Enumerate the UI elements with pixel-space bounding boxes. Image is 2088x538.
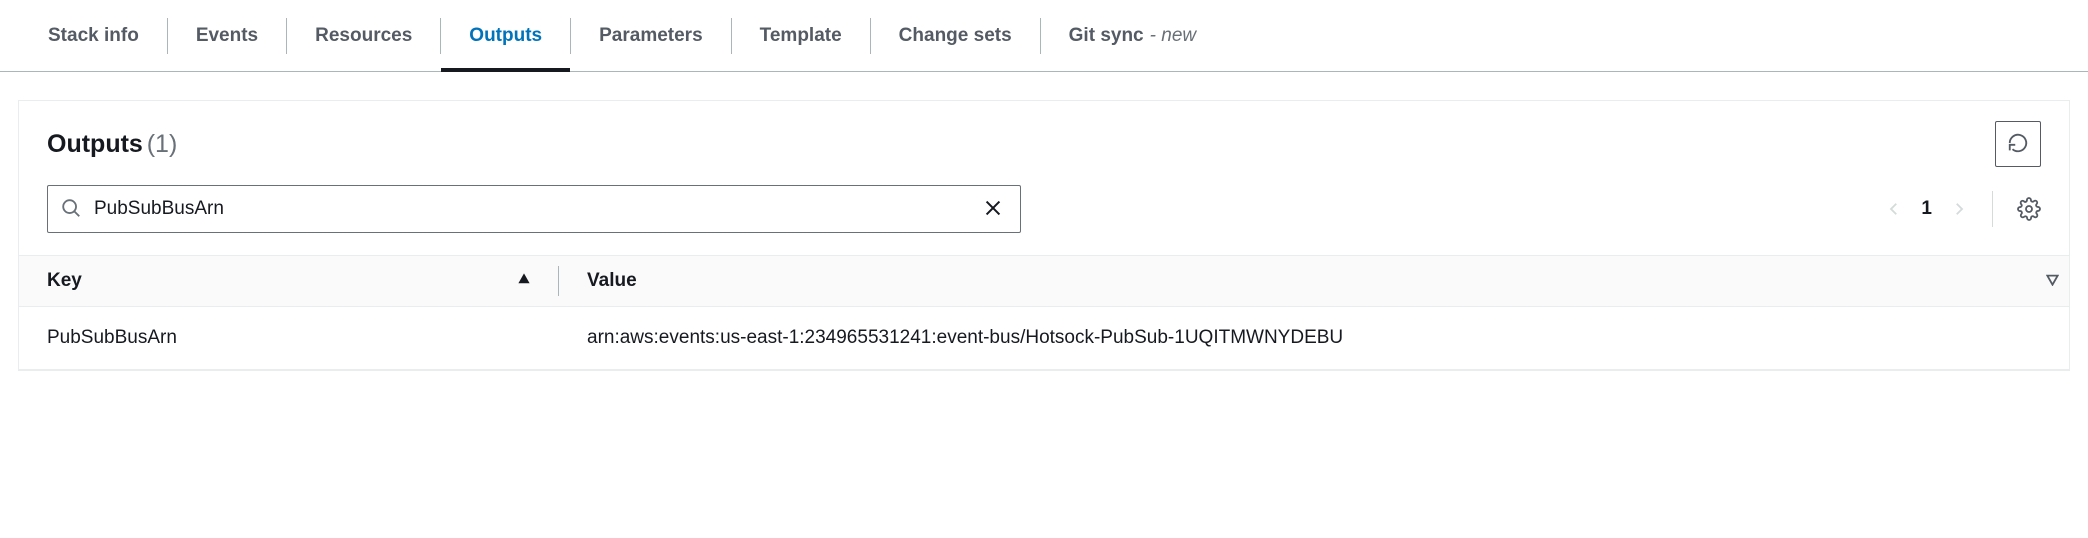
table-row[interactable]: PubSubBusArn arn:aws:events:us-east-1:23… [19,307,2069,370]
search-box[interactable] [47,185,1021,233]
table-settings-button[interactable] [2017,197,2041,221]
column-header-key[interactable]: Key [19,256,559,307]
sort-asc-icon [517,270,531,292]
next-page-button[interactable] [1950,200,1968,218]
pagination: 1 [1885,191,2041,227]
gear-icon [2017,197,2041,221]
cell-value: arn:aws:events:us-east-1:234965531241:ev… [559,307,2069,370]
tab-stack-info[interactable]: Stack info [20,15,167,57]
tab-template[interactable]: Template [732,15,870,57]
prev-page-button[interactable] [1885,200,1903,218]
search-icon [60,197,82,222]
outputs-table: Key Value PubSu [19,255,2069,370]
page-number: 1 [1921,198,1932,220]
close-icon [982,197,1004,222]
tab-events[interactable]: Events [168,15,286,57]
cell-key: PubSubBusArn [19,307,559,370]
refresh-icon [2007,132,2029,157]
tab-parameters[interactable]: Parameters [571,15,731,57]
chevron-right-icon [1950,200,1968,218]
divider [1992,191,1993,227]
column-prefs-button[interactable] [2029,256,2069,307]
column-header-value[interactable]: Value [559,256,2029,307]
panel-title: Outputs [47,130,143,158]
tab-suffix-new: - new [1150,25,1196,47]
panel-header: Outputs (1) [19,101,2069,167]
tab-change-sets[interactable]: Change sets [871,15,1040,57]
triangle-down-icon [2046,273,2059,286]
search-input[interactable] [82,198,978,220]
filter-row: 1 [19,167,2069,255]
tab-git-sync[interactable]: Git sync - new [1041,15,1224,57]
tab-outputs[interactable]: Outputs [441,15,570,57]
chevron-left-icon [1885,200,1903,218]
refresh-button[interactable] [1995,121,2041,167]
clear-search-button[interactable] [978,193,1008,226]
tabs-bar: Stack info Events Resources Outputs Para… [0,0,2088,72]
outputs-panel: Outputs (1) 1 [18,100,2070,371]
tab-resources[interactable]: Resources [287,15,440,57]
panel-count: (1) [147,130,178,158]
